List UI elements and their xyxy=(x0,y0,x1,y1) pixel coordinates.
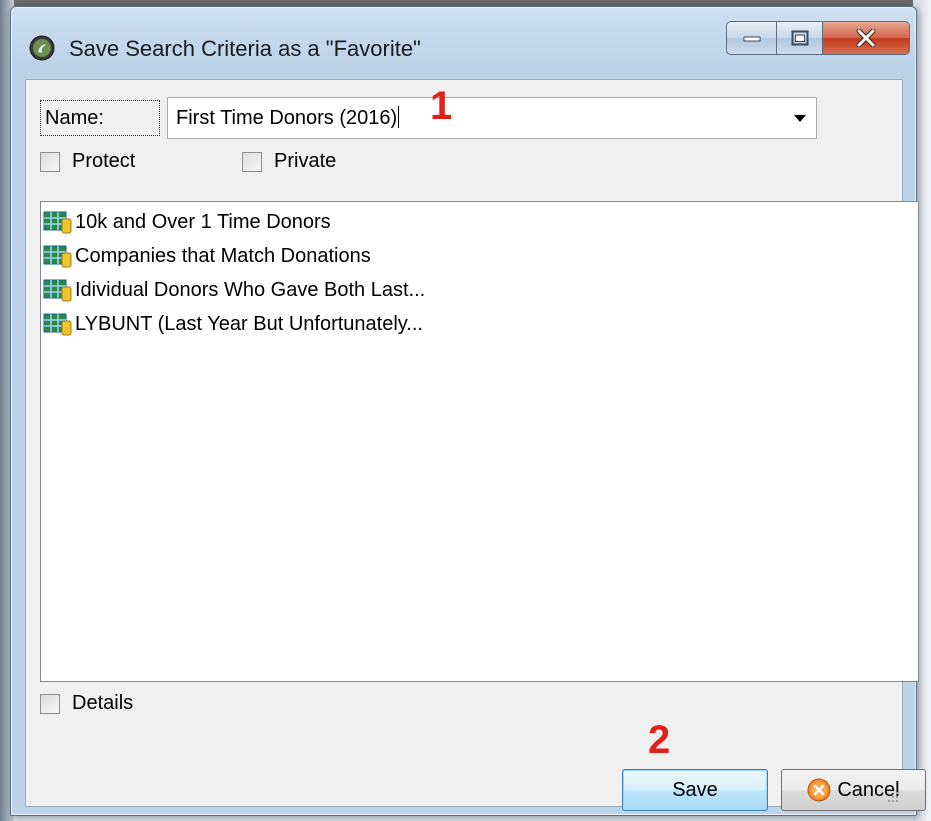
name-input-value[interactable]: First Time Donors (2016) xyxy=(176,106,400,130)
list-item[interactable]: Companies that Match Donations xyxy=(43,240,371,272)
app-logo-icon xyxy=(29,35,55,61)
details-checkbox[interactable] xyxy=(40,693,60,714)
step-2-annotation: 2 xyxy=(648,718,671,762)
save-button[interactable]: Save xyxy=(622,769,768,811)
list-item-label: Idividual Donors Who Gave Both Last... xyxy=(75,278,426,301)
list-item[interactable]: Idividual Donors Who Gave Both Last... xyxy=(43,274,425,306)
dialog-body: Name: First Time Donors (2016) 1 Protect… xyxy=(25,79,926,811)
step-1-annotation: 1 xyxy=(430,84,453,128)
title-bar[interactable]: Save Search Criteria as a "Favorite" xyxy=(11,7,916,79)
name-label: Name: xyxy=(40,100,160,136)
minimize-button[interactable] xyxy=(726,21,776,55)
details-label: Details xyxy=(72,692,134,714)
protect-option[interactable]: Protect xyxy=(40,150,135,173)
window-title: Save Search Criteria as a "Favorite" xyxy=(69,36,421,61)
maximize-icon xyxy=(791,30,808,46)
list-item-label: 10k and Over 1 Time Donors xyxy=(75,210,331,233)
save-button-label: Save xyxy=(672,778,718,801)
protect-label: Protect xyxy=(72,150,136,172)
grid-table-icon xyxy=(43,245,72,268)
minimize-icon xyxy=(743,36,760,42)
close-button[interactable] xyxy=(822,21,910,55)
cancel-button[interactable]: Cancel xyxy=(781,769,926,811)
list-item[interactable]: LYBUNT (Last Year But Unfortunately... xyxy=(43,308,423,340)
maximize-button[interactable] xyxy=(776,21,822,55)
details-option[interactable]: Details xyxy=(40,692,133,715)
list-item-label: Companies that Match Donations xyxy=(75,244,371,267)
caption-buttons xyxy=(726,21,910,57)
text-caret xyxy=(398,106,400,128)
private-checkbox[interactable] xyxy=(242,151,262,172)
private-option[interactable]: Private xyxy=(242,150,336,173)
favorites-list[interactable]: 10k and Over 1 Time Donors Companies tha… xyxy=(40,201,919,682)
cancel-icon xyxy=(807,778,831,802)
save-favorite-dialog: Save Search Criteria as a "Favorite" Nam… xyxy=(10,6,926,816)
grid-table-icon xyxy=(43,279,72,302)
grid-table-icon xyxy=(43,211,72,234)
list-item-label: LYBUNT (Last Year But Unfortunately... xyxy=(75,312,423,335)
list-item[interactable]: 10k and Over 1 Time Donors xyxy=(43,206,331,238)
grid-table-icon xyxy=(43,313,72,336)
name-combobox[interactable]: First Time Donors (2016) xyxy=(167,97,817,139)
private-label: Private xyxy=(274,150,337,172)
dropdown-arrow-icon[interactable] xyxy=(794,115,806,122)
protect-checkbox[interactable] xyxy=(40,151,60,172)
resize-grip-icon[interactable] xyxy=(886,790,900,804)
close-icon xyxy=(856,29,876,47)
